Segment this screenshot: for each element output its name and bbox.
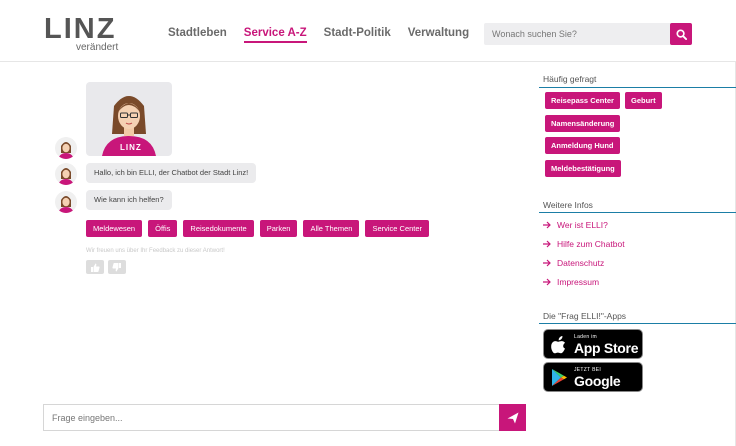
elli-small-icon bbox=[58, 142, 74, 159]
send-button[interactable] bbox=[499, 404, 526, 431]
link-label: Wer ist ELLI? bbox=[557, 220, 608, 230]
chip-meldewesen[interactable]: Meldewesen bbox=[86, 220, 143, 237]
quick-reply-chips: Meldewesen Öffis Reisedokumente Parken A… bbox=[86, 220, 430, 237]
thumbs-up-button[interactable] bbox=[86, 260, 104, 274]
elli-small-icon bbox=[58, 196, 74, 213]
google-play-badge[interactable]: JETZT BEI Google Play bbox=[543, 362, 643, 405]
nav-service-a-z[interactable]: Service A-Z bbox=[243, 27, 307, 43]
tag-geburt[interactable]: Geburt bbox=[625, 92, 662, 109]
search-box bbox=[484, 23, 692, 45]
linz-logo[interactable]: LINZ verändert bbox=[44, 14, 124, 54]
bot-card-label: LINZ bbox=[120, 143, 142, 152]
chip-service-center[interactable]: Service Center bbox=[365, 220, 430, 237]
chat-message: Wie kann ich helfen? bbox=[86, 190, 172, 210]
chip-oeffis[interactable]: Öffis bbox=[148, 220, 178, 237]
bot-small-avatar bbox=[55, 163, 77, 185]
faq-rule bbox=[539, 87, 736, 88]
tag-meldebestaetigung[interactable]: Meldebestätigung bbox=[545, 160, 621, 177]
bot-small-avatar bbox=[55, 137, 77, 159]
search-input[interactable] bbox=[484, 23, 670, 45]
link-wer-ist-elli[interactable]: Wer ist ELLI? bbox=[543, 220, 608, 230]
chip-alle-themen[interactable]: Alle Themen bbox=[303, 220, 360, 237]
info-rule bbox=[539, 212, 736, 213]
arrow-right-icon bbox=[543, 278, 551, 286]
chat-input[interactable] bbox=[44, 405, 499, 430]
app-store-badge[interactable]: Laden im App Store bbox=[543, 329, 643, 359]
main-nav: Stadtleben Service A-Z Stadt-Politik Ver… bbox=[168, 27, 469, 43]
apps-title: Die "Frag ELLI!"-Apps bbox=[543, 311, 627, 321]
send-icon bbox=[507, 412, 518, 423]
feedback-text: Wir freuen uns über Ihr Feedback zu dies… bbox=[86, 248, 225, 254]
thumbs-down-icon bbox=[112, 262, 121, 271]
thumbs-down-button[interactable] bbox=[108, 260, 126, 274]
feedback-buttons bbox=[86, 260, 126, 274]
chat-message: Hallo, ich bin ELLI, der Chatbot der Sta… bbox=[86, 163, 257, 183]
search-icon bbox=[675, 28, 687, 40]
link-impressum[interactable]: Impressum bbox=[543, 277, 599, 287]
tag-namensaenderung[interactable]: Namensänderung bbox=[545, 115, 621, 132]
faq-title: Häufig gefragt bbox=[543, 74, 597, 84]
tag-anmeldung-hund[interactable]: Anmeldung Hund bbox=[545, 137, 620, 154]
logo-word: LINZ bbox=[44, 13, 117, 45]
arrow-right-icon bbox=[543, 240, 551, 248]
arrow-right-icon bbox=[543, 259, 551, 267]
header: LINZ verändert Stadtleben Service A-Z St… bbox=[0, 0, 736, 62]
tag-reisepass-center[interactable]: Reisepass Center bbox=[545, 92, 620, 109]
google-play-icon bbox=[552, 369, 567, 386]
link-datenschutz[interactable]: Datenschutz bbox=[543, 258, 604, 268]
apple-icon bbox=[551, 336, 566, 354]
chip-parken[interactable]: Parken bbox=[259, 220, 298, 237]
logo-sub: verändert bbox=[76, 42, 119, 53]
info-title: Weitere Infos bbox=[543, 200, 593, 210]
apps-rule bbox=[539, 323, 736, 324]
arrow-right-icon bbox=[543, 221, 551, 229]
appstore-big-text: App Store bbox=[574, 340, 639, 356]
search-button[interactable] bbox=[670, 23, 692, 45]
chat-input-bar bbox=[43, 404, 526, 431]
nav-verwaltung[interactable]: Verwaltung bbox=[408, 27, 469, 43]
chip-reisedokumente[interactable]: Reisedokumente bbox=[183, 220, 254, 237]
bot-avatar-card: LINZ bbox=[86, 82, 172, 156]
googleplay-big-text: Google Play bbox=[574, 373, 621, 405]
link-label: Datenschutz bbox=[557, 258, 605, 268]
link-label: Impressum bbox=[557, 277, 600, 287]
thumbs-up-icon bbox=[91, 263, 100, 272]
link-label: Hilfe zum Chatbot bbox=[557, 239, 625, 249]
nav-stadtleben[interactable]: Stadtleben bbox=[168, 27, 227, 43]
bot-small-avatar bbox=[55, 191, 77, 213]
nav-stadt-politik[interactable]: Stadt-Politik bbox=[324, 27, 391, 43]
page: LINZ verändert Stadtleben Service A-Z St… bbox=[0, 0, 736, 446]
link-hilfe-zum-chatbot[interactable]: Hilfe zum Chatbot bbox=[543, 239, 625, 249]
elli-small-icon bbox=[58, 168, 74, 185]
